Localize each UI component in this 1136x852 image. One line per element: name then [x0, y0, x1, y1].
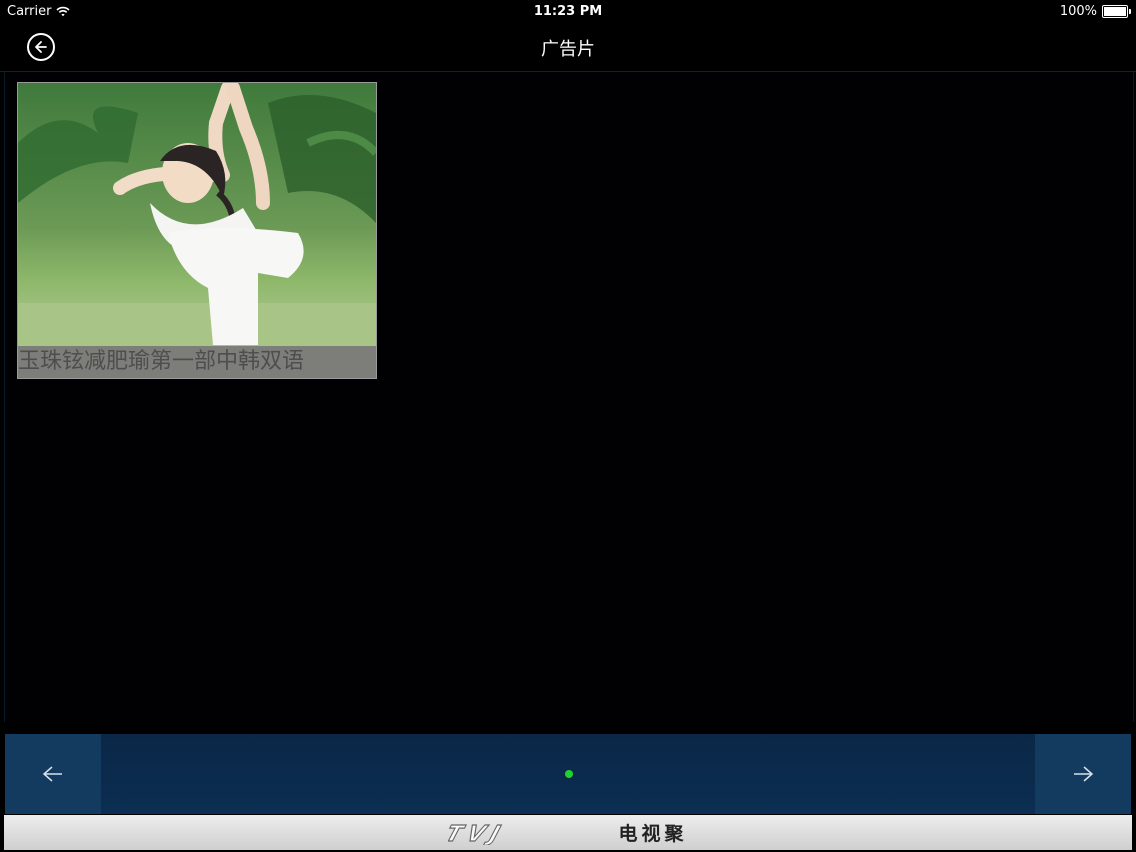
- previous-page-button[interactable]: [5, 734, 101, 814]
- battery-icon: [1102, 5, 1131, 18]
- video-grid: 玉珠铉减肥瑜第一部中韩双语: [4, 72, 1134, 722]
- navigation-bar: 广告片: [0, 22, 1136, 72]
- pager-bar: [5, 734, 1131, 814]
- video-card[interactable]: 玉珠铉减肥瑜第一部中韩双语: [17, 82, 377, 379]
- video-caption: 玉珠铉减肥瑜第一部中韩双语: [18, 346, 376, 378]
- app-name: 电视聚: [618, 823, 688, 845]
- video-thumbnail: [18, 83, 376, 346]
- battery-percent: 100%: [1059, 4, 1097, 19]
- status-bar: Carrier 11:23 PM 100%: [0, 0, 1136, 22]
- next-page-button[interactable]: [1035, 734, 1131, 814]
- arrow-right-icon: [1074, 766, 1094, 782]
- footer-banner: TVJ 电视聚: [4, 815, 1132, 850]
- battery-status: 100%: [1059, 4, 1131, 19]
- svg-text:TVJ: TVJ: [448, 821, 509, 844]
- clock: 11:23 PM: [533, 4, 603, 19]
- page-indicator-dot: [565, 770, 573, 778]
- arrow-left-icon: [42, 766, 62, 782]
- tvj-logo: TVJ: [448, 821, 510, 845]
- page-title: 广告片: [541, 39, 595, 60]
